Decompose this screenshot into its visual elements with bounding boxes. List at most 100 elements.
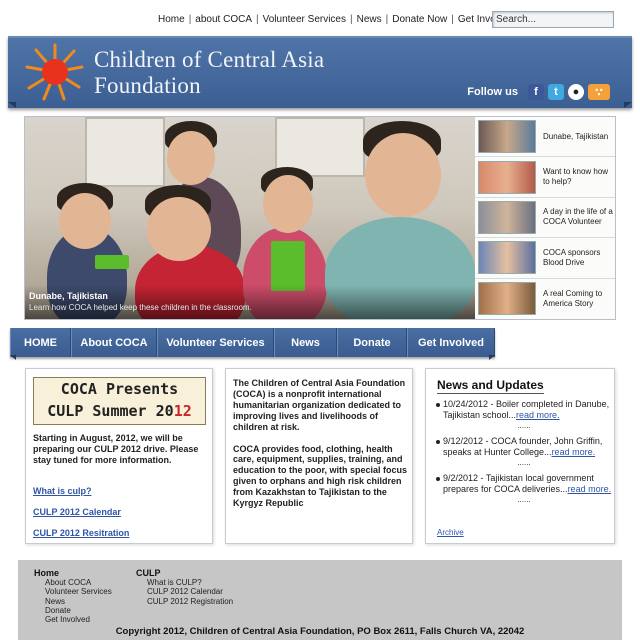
child-face [147,197,211,261]
footer-link[interactable]: About COCA [34,578,112,587]
nav-about-coca[interactable]: About COCA [71,328,157,357]
thumbnail-image [478,200,536,234]
site-title-line2: Foundation [94,73,201,98]
slider-item-label: A real Coming to America Story [543,288,603,308]
about-paragraph-1: The Children of Central Asia Foundation … [233,378,406,432]
thumbnail-image [478,241,536,275]
culp-banner-line2: CULP Summer 2012 [34,400,205,422]
nav-volunteer-services[interactable]: Volunteer Services [157,328,274,357]
what-is-culp-link[interactable]: What is culp? [33,486,92,496]
hero-caption-text[interactable]: Learn how COCA helped keep these childre… [29,303,471,312]
footer-home-link[interactable]: Home [34,568,112,578]
top-nav-news[interactable]: News [357,14,382,25]
news-title: News and Updates [437,378,544,394]
culp-box: COCA Presents CULP Summer 2012 Starting … [25,368,213,544]
slider-thumbnails: Dunabe, Tajikistan Want to know how to h… [475,117,615,319]
hero-caption: Dunabe, Tajikistan Learn how COCA helped… [25,285,475,319]
nav-ribbon-fold [489,355,495,360]
archive-link[interactable]: Archive [437,528,464,537]
slider-item-label: A day in the life of a COCA Volunteer [543,207,613,227]
news-separator: ...... [517,458,531,467]
child-face [59,193,111,249]
search-input[interactable] [492,11,614,28]
footer-link[interactable]: Volunteer Services [34,587,112,596]
child-face [167,131,215,185]
about-paragraph-2: COCA provides food, clothing, health car… [233,443,408,509]
facebook-icon[interactable]: f [528,84,544,100]
slider-item[interactable]: COCA sponsors Blood Drive [475,238,615,279]
about-box: The Children of Central Asia Foundation … [225,368,413,544]
hero-slider: Dunabe, Tajikistan Learn how COCA helped… [24,116,616,320]
top-nav-separator: | [451,13,454,25]
reddit-icon[interactable]: ● [568,84,584,100]
sun-logo-icon[interactable] [24,42,86,102]
toy-blocks [95,255,129,269]
top-nav-donate[interactable]: Donate Now [392,14,447,25]
slider-item-label: Dunabe, Tajikistan [543,131,609,141]
nav-ribbon-fold [10,355,16,360]
footer-link[interactable]: News [34,597,112,606]
thumbnail-image [478,120,536,154]
footer: Home About COCA Volunteer Services News … [18,560,622,640]
nav-news[interactable]: News [274,328,337,357]
copyright-text: Copyright 2012, Children of Central Asia… [115,626,525,637]
site-title: Children of Central Asia Foundation [94,47,324,99]
news-item: 9/12/2012 - COCA founder, John Griffin, … [436,436,612,458]
culp-banner-line1: COCA Presents [60,380,179,398]
slider-item-label: COCA sponsors Blood Drive [543,247,601,267]
culp-banner[interactable]: COCA Presents CULP Summer 2012 [33,377,206,425]
nav-get-involved[interactable]: Get Involved [407,328,495,357]
top-nav-separator: | [350,13,353,25]
read-more-link[interactable]: read more. [568,484,612,494]
site-header: Children of Central Asia Foundation Foll… [8,36,632,108]
read-more-link[interactable]: read more. [552,447,596,457]
read-more-link[interactable]: read more. [516,410,560,420]
header-ribbon-fold [624,102,632,108]
top-nav-about[interactable]: about COCA [195,14,252,25]
news-separator: ...... [517,421,531,430]
header-ribbon-fold [8,102,16,108]
top-nav-separator: | [188,13,192,25]
footer-culp-link[interactable]: CULP [136,568,233,578]
culp-registration-link[interactable]: CULP 2012 Resitration [33,528,129,538]
site-title-line1: Children of Central Asia [94,47,325,72]
slider-item[interactable]: Dunabe, Tajikistan [475,117,615,158]
top-nav-separator: | [256,13,259,25]
rss-icon[interactable]: ∵ [588,84,610,100]
nav-home[interactable]: HOME [10,328,71,357]
top-nav: Home | about COCA | Volunteer Services |… [158,8,525,30]
culp-intro-text: Starting in August, 2012, we will be pre… [33,433,199,465]
window [85,117,165,187]
nav-donate[interactable]: Donate [337,328,407,357]
culp-banner-year-suffix: 12 [173,402,192,420]
news-box: News and Updates 10/24/2012 - Boiler com… [425,368,615,544]
news-item: 10/24/2012 - Boiler completed in Danube,… [436,399,612,421]
toy-blocks [271,241,305,291]
footer-column-home: Home About COCA Volunteer Services News … [34,568,112,624]
culp-calendar-link[interactable]: CULP 2012 Calendar [33,507,121,517]
news-list: 10/24/2012 - Boiler completed in Danube,… [436,399,612,510]
footer-column-culp: CULP What is CULP? CULP 2012 Calendar CU… [136,568,233,606]
hero-image[interactable]: Dunabe, Tajikistan Learn how COCA helped… [25,117,475,319]
news-item: 9/2/2012 - Tajikistan local government p… [436,473,612,495]
slider-item[interactable]: A real Coming to America Story [475,278,615,319]
footer-link[interactable]: Donate [34,606,112,615]
top-nav-home[interactable]: Home [158,14,185,25]
top-nav-volunteer[interactable]: Volunteer Services [263,14,346,25]
news-separator: ...... [517,495,531,504]
thumbnail-image [478,282,536,316]
footer-link[interactable]: What is CULP? [136,578,233,587]
main-nav: HOME About COCA Volunteer Services News … [10,328,495,357]
culp-banner-line2-text: CULP Summer 20 [47,402,174,420]
slider-item[interactable]: A day in the life of a COCA Volunteer [475,197,615,239]
child-face [365,133,441,217]
footer-link[interactable]: Get Involved [34,615,112,624]
footer-link[interactable]: CULP 2012 Calendar [136,587,233,596]
footer-link[interactable]: CULP 2012 Registration [136,597,233,606]
slider-item[interactable]: Want to know how to help? [475,157,615,198]
slider-item-label: Want to know how to help? [543,167,609,187]
child-face [263,175,313,233]
thumbnail-image [478,160,536,194]
twitter-icon[interactable]: t [548,84,564,100]
top-nav-separator: | [385,13,389,25]
